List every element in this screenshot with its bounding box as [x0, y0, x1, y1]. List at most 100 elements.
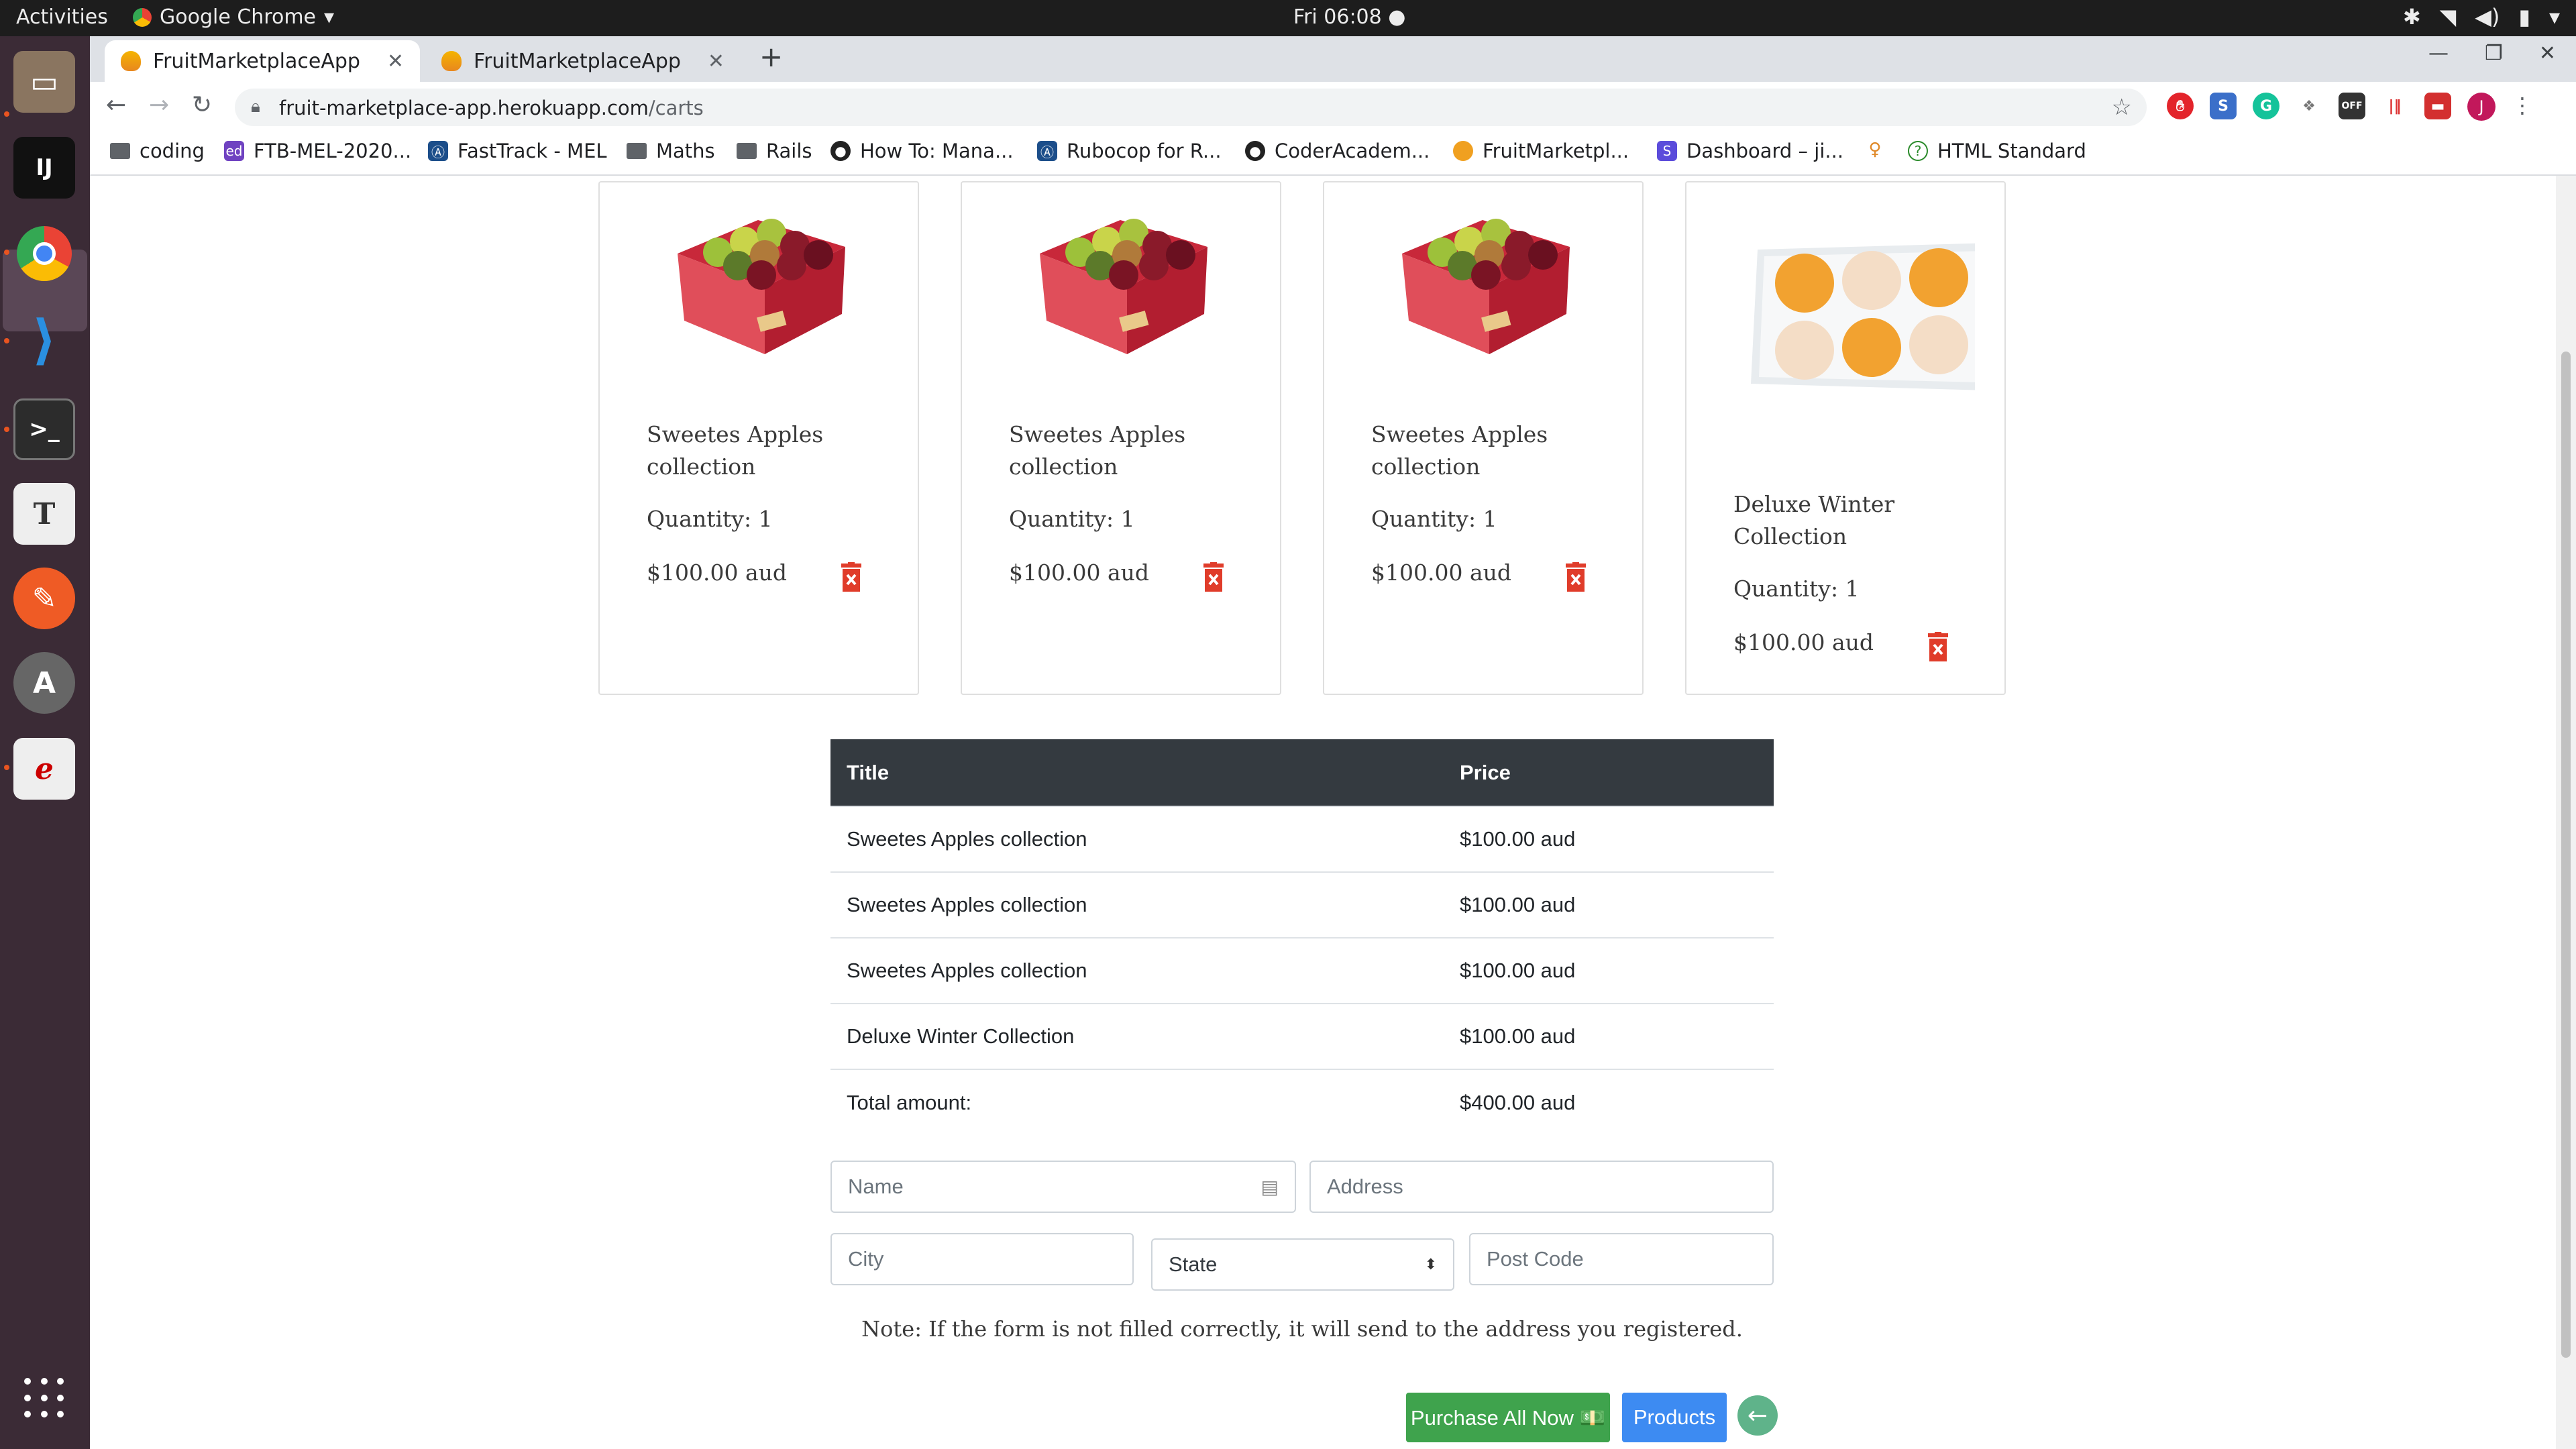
extensions-area: ✋︎ S G ❖ OFF |‖ ▬ J ⋮ — [2167, 93, 2533, 121]
volume-icon[interactable]: ◀︎) — [2475, 4, 2500, 30]
bookmark-label: FTB-MEL-2020... — [254, 140, 412, 162]
typora-icon[interactable]: T — [13, 483, 75, 545]
activities-button[interactable]: Activities — [16, 5, 108, 29]
redbar-extension-icon[interactable]: |‖ — [2381, 93, 2408, 119]
fruit-favicon-icon — [121, 51, 141, 71]
lock-icon[interactable]: 🔒︎ — [251, 97, 260, 117]
bookmark-person[interactable]: ♀ — [1865, 140, 1885, 160]
address-bar[interactable]: 🔒︎ fruit-marketplace-app.herokuapp.com/c… — [235, 89, 2147, 126]
folder-icon — [627, 143, 647, 159]
new-tab-plus-icon[interactable]: + — [759, 40, 783, 73]
chrome-icon — [133, 7, 152, 27]
running-indicator — [4, 427, 9, 432]
system-menu-chevron-icon[interactable]: ▾ — [2549, 4, 2560, 30]
apple-box-image — [678, 219, 845, 354]
tab-strip: FruitMarketplaceApp ✕ FruitMarketplaceAp… — [90, 36, 2576, 82]
grammarly-extension-icon[interactable]: G — [2253, 93, 2279, 119]
bookmark-rubocop[interactable]: Ⓐ Rubocop for R... — [1037, 140, 1222, 162]
battery-icon[interactable]: ▮ — [2518, 4, 2530, 30]
bookmark-label: Maths — [656, 140, 715, 162]
window-close-icon[interactable]: ✕ — [2539, 42, 2556, 65]
name-input[interactable]: Name ▤ — [830, 1161, 1296, 1213]
forward-arrow-icon[interactable]: → — [149, 91, 169, 119]
row-title: Sweetes Apples collection — [830, 937, 1444, 1004]
city-input[interactable]: City — [830, 1233, 1134, 1285]
products-button[interactable]: Products — [1622, 1393, 1727, 1442]
purchase-all-button[interactable]: Purchase All Now 💵 — [1406, 1393, 1610, 1442]
delete-trash-icon[interactable] — [840, 562, 863, 593]
reload-icon[interactable]: ↻ — [192, 91, 212, 119]
total-label: Total amount: — [830, 1069, 1444, 1135]
dropbox-extension-icon[interactable]: ❖ — [2296, 93, 2322, 119]
bookmark-coding[interactable]: coding — [110, 140, 205, 162]
back-arrow-icon[interactable]: ← — [106, 91, 126, 119]
todoist-extension-icon[interactable]: ▬ — [2424, 93, 2451, 119]
url-path: /carts — [648, 97, 704, 119]
system-tray[interactable]: ✱ ◥ ◀︎) ▮ ▾ — [2403, 4, 2560, 30]
fruit-icon — [1453, 141, 1473, 161]
bookmark-fruitmarketplace[interactable]: FruitMarketpl... — [1453, 140, 1629, 162]
postcode-placeholder: Post Code — [1487, 1247, 1584, 1271]
page-scrollbar[interactable] — [2556, 176, 2576, 1449]
adblock-extension-icon[interactable]: ✋︎ — [2167, 93, 2194, 119]
bookmark-fasttrack[interactable]: Ⓐ FastTrack - MEL — [428, 140, 607, 162]
bookmark-how-to[interactable]: ● How To: Mana... — [830, 140, 1014, 162]
bookmark-rails[interactable]: Rails — [737, 140, 812, 162]
row-price: $100.00 aud — [1444, 871, 1774, 938]
bookmark-html-standard[interactable]: ? HTML Standard — [1908, 140, 2086, 162]
url-text[interactable]: fruit-marketplace-app.herokuapp.com/cart… — [279, 97, 704, 119]
calendar-extension-icon[interactable]: OFF — [2339, 93, 2365, 119]
chrome-menu-icon[interactable]: ⋮ — [2512, 93, 2533, 121]
pear-box-image — [1751, 243, 1975, 390]
tab-title: FruitMarketplaceApp — [474, 49, 681, 73]
bookmark-label: coding — [140, 140, 205, 162]
delete-trash-icon[interactable] — [1927, 632, 1949, 663]
chrome-dock-icon[interactable] — [13, 223, 75, 284]
tab-fruitmarketplace-active[interactable]: FruitMarketplaceApp ✕ — [105, 40, 420, 82]
clock[interactable]: Fri 06:08 ● — [1293, 5, 1405, 29]
show-applications-icon[interactable] — [24, 1378, 66, 1419]
vscode-icon[interactable]: ⟩ — [13, 309, 75, 371]
ca-icon: Ⓐ — [428, 141, 448, 161]
delete-trash-icon[interactable] — [1564, 562, 1587, 593]
postcode-input[interactable]: Post Code — [1469, 1233, 1774, 1285]
bookmark-maths[interactable]: Maths — [627, 140, 715, 162]
slack-icon[interactable]: ✱ — [2403, 4, 2421, 30]
back-arrow-circle-icon[interactable]: ← — [1737, 1395, 1778, 1436]
postman-icon[interactable]: ✎ — [13, 568, 75, 629]
bookmark-dashboard[interactable]: S Dashboard – ji... — [1657, 140, 1843, 162]
tab-fruitmarketplace[interactable]: FruitMarketplaceApp ✕ — [425, 40, 741, 82]
minimize-icon[interactable]: — — [2428, 42, 2449, 65]
window-controls: — ❐ ✕ — [2428, 42, 2556, 65]
bookmark-label: Rails — [766, 140, 812, 162]
address-input[interactable]: Address — [1309, 1161, 1774, 1213]
restore-icon[interactable]: ❐ — [2485, 42, 2503, 65]
notification-dot-icon: ● — [1388, 5, 1406, 29]
cart-card-title: Deluxe Winter Collection — [1733, 491, 1895, 549]
page-viewport: Sweetes Apples collection Quantity: 1 $1… — [90, 176, 2576, 1449]
wifi-icon[interactable]: ◥ — [2440, 4, 2457, 30]
close-icon[interactable]: ✕ — [387, 50, 404, 73]
software-updater-icon[interactable]: A — [13, 652, 75, 714]
row-price: $100.00 aud — [1444, 937, 1774, 1004]
table-header-row: Title Price — [830, 739, 1774, 806]
address-placeholder: Address — [1327, 1175, 1403, 1198]
terminal-icon[interactable]: >_ — [13, 398, 75, 460]
intellij-icon[interactable]: IJ — [13, 137, 75, 199]
bookmark-star-icon[interactable]: ☆ — [2112, 94, 2132, 121]
state-select[interactable]: State ⬍ — [1151, 1238, 1454, 1291]
scrollbar-thumb[interactable] — [2561, 352, 2571, 1358]
form-note: Note: If the form is not filled correctl… — [861, 1316, 1743, 1342]
delete-trash-icon[interactable] — [1202, 562, 1225, 593]
app-menu[interactable]: Google Chrome ▾ — [133, 5, 334, 29]
bookmark-ftb-mel[interactable]: ed FTB-MEL-2020... — [224, 140, 411, 162]
select-arrows-icon: ⬍ — [1424, 1256, 1437, 1273]
cart-card-price: $100.00 aud — [647, 559, 788, 586]
evolution-icon[interactable]: ℯ — [13, 738, 75, 800]
profile-avatar[interactable]: J — [2467, 93, 2496, 121]
bookmark-coderacademy[interactable]: ● CoderAcadem... — [1245, 140, 1430, 162]
person-icon: ♀ — [1868, 140, 1882, 160]
s-extension-icon[interactable]: S — [2210, 93, 2237, 119]
files-icon[interactable]: ▭ — [13, 51, 75, 113]
close-icon[interactable]: ✕ — [708, 50, 724, 73]
